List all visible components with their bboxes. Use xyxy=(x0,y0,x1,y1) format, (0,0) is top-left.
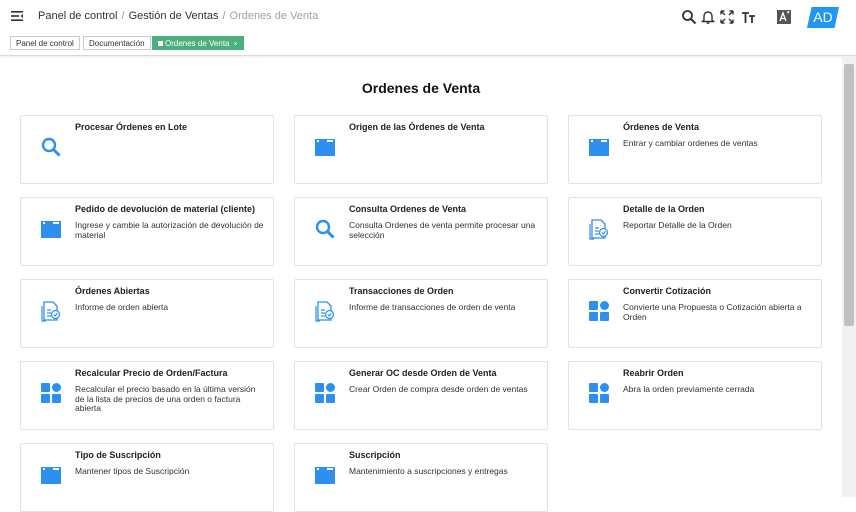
card-description: Abra la orden previamente cerrada xyxy=(623,384,755,394)
card-description: Convierte una Propuesta o Cotización abi… xyxy=(623,302,802,322)
card-description: Crear Orden de compra desde orden de ven… xyxy=(349,384,528,394)
bell-icon[interactable] xyxy=(700,9,716,25)
card-description: Informe de transacciones de orden de ven… xyxy=(349,302,516,312)
tab-panel-de-control[interactable]: Panel de control xyxy=(10,36,80,50)
report-icon xyxy=(315,301,335,322)
top-bar: Panel de control / Gestión de Ventas / Orden… xyxy=(0,0,856,34)
card-recalcular-precio[interactable]: Recalcular Precio de Orden/Factura Recal… xyxy=(20,361,274,430)
card-description: Informe de orden abierta xyxy=(75,302,169,312)
card-description: Recalcular el precio basado en la última… xyxy=(75,384,256,413)
card-suscripcion[interactable]: Suscripción Mantenimiento a suscripcione… xyxy=(294,443,548,512)
scrollbar-thumb[interactable] xyxy=(844,64,854,326)
card-title: Pedido de devolución de material (client… xyxy=(75,204,256,214)
card-pedido-devolucion[interactable]: Pedido de devolución de material (client… xyxy=(20,197,274,266)
card-title: Reabrir Orden xyxy=(623,368,684,378)
breadcrumb: Panel de control / Gestión de Ventas / Orden… xyxy=(38,10,318,22)
card-description: Mantener tipos de Suscripción xyxy=(75,466,190,476)
report-icon xyxy=(41,301,61,322)
card-consulta-ordenes-venta[interactable]: Consulta Ordenes de Venta Consulta Orden… xyxy=(294,197,548,266)
card-description: Mantenimiento a suscripciones y entregas xyxy=(349,466,508,476)
card-origen-ordenes-venta[interactable]: Origen de las Órdenes de Venta xyxy=(294,115,548,184)
process-icon xyxy=(589,301,609,321)
tab-label: Ordenes de Venta xyxy=(165,39,230,48)
font-size-icon[interactable] xyxy=(741,9,757,25)
card-title: Procesar Órdenes en Lote xyxy=(75,122,188,132)
card-convertir-cotizacion[interactable]: Convertir Cotización Convierte una Propu… xyxy=(568,279,822,348)
card-detalle-orden[interactable]: Detalle de la Orden Reportar Detalle de … xyxy=(568,197,822,266)
breadcrumb-current: Ordenes de Venta xyxy=(229,10,319,22)
search-icon xyxy=(315,219,335,239)
tab-label: Documentación xyxy=(89,39,145,48)
page-title: Ordenes de Venta xyxy=(361,80,481,96)
card-title: Detalle de la Orden xyxy=(623,204,705,214)
card-title: Origen de las Órdenes de Venta xyxy=(349,122,485,132)
card-title: Órdenes de Venta xyxy=(623,122,700,132)
card-title: Recalcular Precio de Orden/Factura xyxy=(75,368,228,378)
card-procesar-ordenes-lote[interactable]: Procesar Órdenes en Lote xyxy=(20,115,274,184)
breadcrumb-separator: / xyxy=(121,10,125,22)
search-icon xyxy=(41,137,61,157)
tab-documentacion[interactable]: Documentación xyxy=(83,36,151,50)
tab-label: Panel de control xyxy=(16,39,74,48)
card-title: Generar OC desde Orden de Venta xyxy=(349,368,497,378)
card-generar-oc[interactable]: Generar OC desde Orden de Venta Crear Or… xyxy=(294,361,548,430)
tab-close-icon[interactable]: × xyxy=(234,41,238,48)
breadcrumb-separator: / xyxy=(222,10,226,22)
translate-icon[interactable] xyxy=(776,9,792,25)
card-transacciones-orden[interactable]: Transacciones de Orden Informe de transa… xyxy=(294,279,548,348)
window-icon xyxy=(315,467,335,484)
search-icon[interactable] xyxy=(681,9,697,25)
process-icon xyxy=(589,383,609,403)
process-icon xyxy=(315,383,335,403)
card-ordenes-de-venta[interactable]: Órdenes de Venta Entrar y cambiar ordene… xyxy=(568,115,822,184)
window-icon xyxy=(315,139,335,156)
card-description: Reportar Detalle de la Orden xyxy=(623,220,732,230)
process-icon xyxy=(41,383,61,403)
card-description: Ingrese y cambie la autorización de devo… xyxy=(75,220,264,240)
card-tipo-suscripcion[interactable]: Tipo de Suscripción Mantener tipos de Su… xyxy=(20,443,274,512)
card-title: Convertir Cotización xyxy=(623,286,712,296)
card-reabrir-orden[interactable]: Reabrir Orden Abra la orden previamente … xyxy=(568,361,822,430)
card-description: Entrar y cambiar ordenes de ventas xyxy=(623,138,758,148)
card-ordenes-abiertas[interactable]: Órdenes Abiertas Informe de orden abiert… xyxy=(20,279,274,348)
vertical-scrollbar[interactable] xyxy=(842,56,856,497)
breadcrumb-item-ventas[interactable]: Gestión de Ventas xyxy=(129,10,219,22)
report-icon xyxy=(589,219,609,240)
menu-toggle-icon[interactable] xyxy=(10,9,24,23)
active-dot-icon xyxy=(158,41,163,46)
fullscreen-icon[interactable] xyxy=(719,9,735,25)
card-title: Consulta Ordenes de Venta xyxy=(349,204,467,214)
card-title: Suscripción xyxy=(349,450,401,460)
window-icon xyxy=(41,467,61,484)
breadcrumb-item-panel[interactable]: Panel de control xyxy=(38,10,118,22)
card-title: Tipo de Suscripción xyxy=(75,450,161,460)
window-icon xyxy=(589,139,609,156)
card-title: Transacciones de Orden xyxy=(349,286,454,296)
user-avatar[interactable]: AD xyxy=(807,7,839,28)
card-description: Consulta Ordenes de venta permite proces… xyxy=(349,220,536,240)
tab-ordenes-de-venta[interactable]: Ordenes de Venta × xyxy=(152,36,244,50)
tab-bar: Panel de control Documentación Ordenes d… xyxy=(0,34,856,56)
card-title: Órdenes Abiertas xyxy=(75,286,150,296)
window-icon xyxy=(41,221,61,238)
